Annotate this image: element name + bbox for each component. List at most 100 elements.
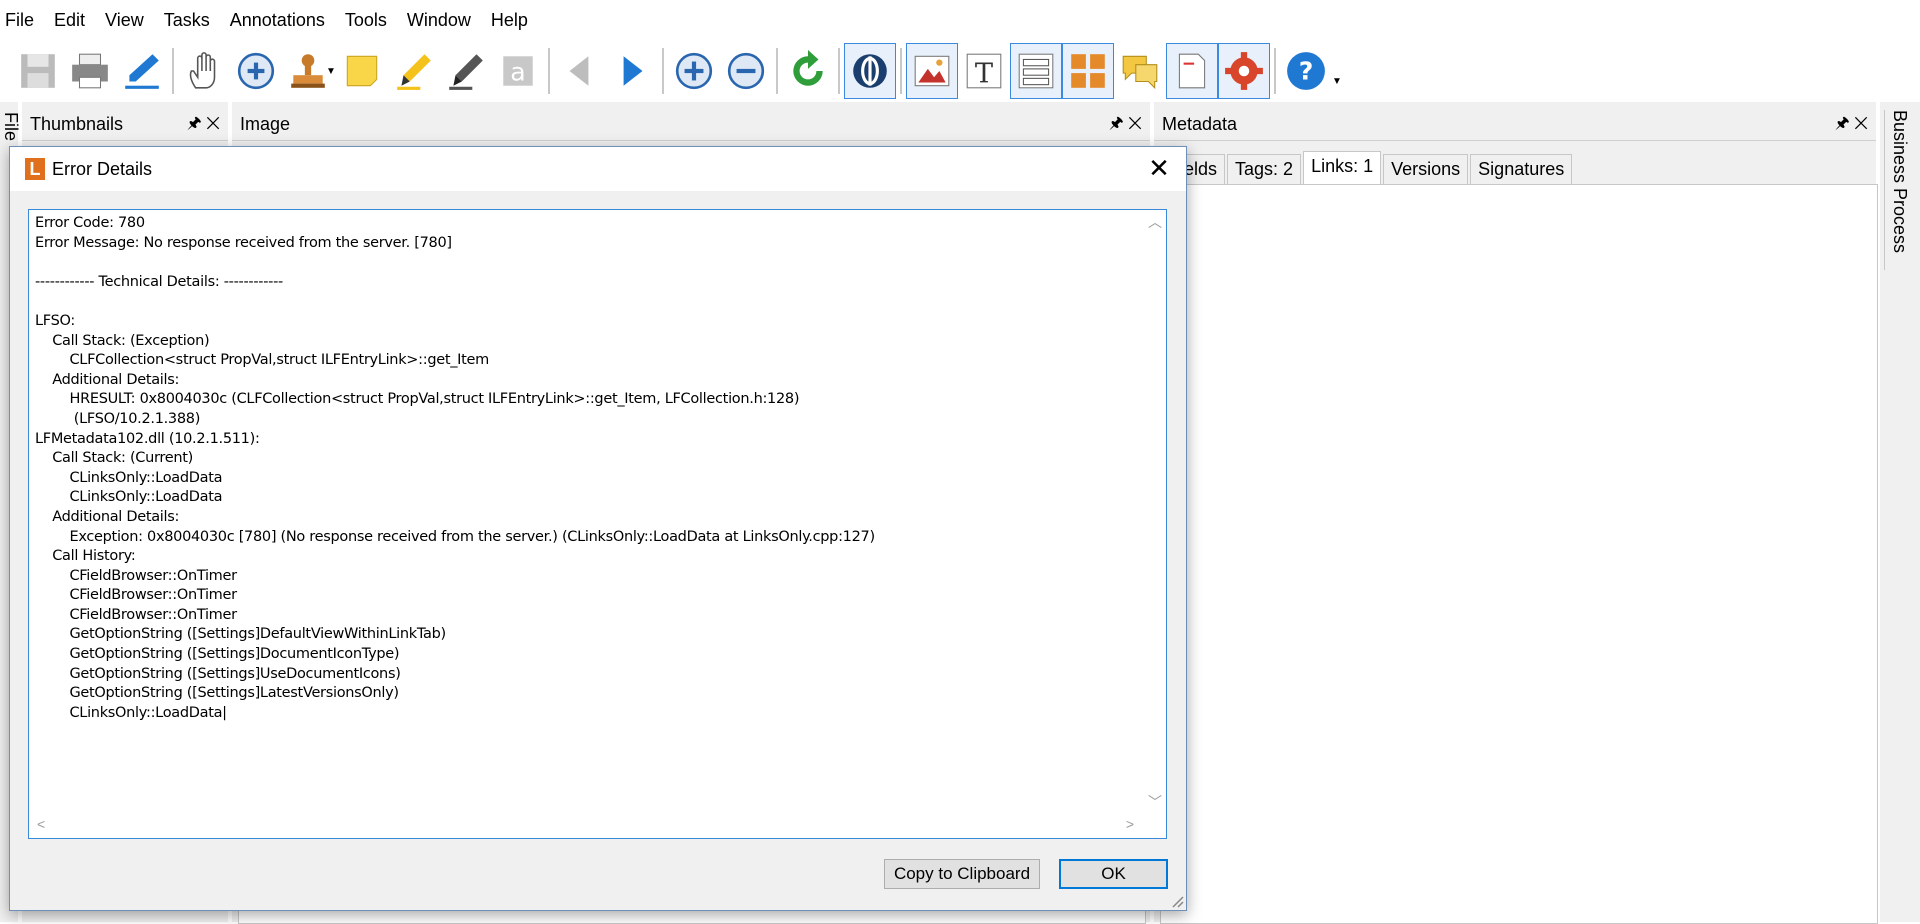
dialog-close-button[interactable]: ✕ (1144, 153, 1174, 183)
document-pane-toggle[interactable] (1166, 43, 1218, 99)
menu-view[interactable]: View (95, 0, 154, 40)
close-icon[interactable]: ✕ (206, 115, 220, 132)
zoom-out-button[interactable] (720, 43, 772, 99)
pin-icon[interactable]: 🖈 (1835, 115, 1850, 132)
pan-button[interactable] (178, 43, 230, 99)
next-page-button[interactable] (606, 43, 658, 99)
metadata-content-area (1160, 184, 1878, 924)
menu-bar: File Edit View Tasks Annotations Tools W… (0, 0, 1920, 40)
menu-edit[interactable]: Edit (44, 0, 95, 40)
previous-page-button[interactable] (554, 43, 606, 99)
text-box-icon: a (503, 56, 533, 86)
error-details-dialog: L Error Details ✕ Error Code: 780 Error … (9, 146, 1187, 911)
draw-button[interactable] (440, 43, 492, 99)
highlight-button[interactable] (388, 43, 440, 99)
text-icon: T (966, 53, 1002, 90)
toolbar-separator (838, 48, 840, 94)
tab-tags[interactable]: Tags: 2 (1227, 154, 1302, 184)
fields-pane-toggle[interactable] (1010, 43, 1062, 99)
ok-button[interactable]: OK (1059, 859, 1168, 889)
help-icon: ? (1287, 52, 1325, 90)
tab-signatures[interactable]: Signatures (1470, 154, 1573, 184)
thumbnails-pane-toggle[interactable] (1062, 43, 1114, 99)
menu-annotations[interactable]: Annotations (220, 0, 335, 40)
scroll-down-icon[interactable]: ﹀ (1148, 792, 1162, 812)
scroll-right-icon[interactable]: > (1126, 816, 1134, 832)
toolbar-separator (172, 48, 174, 94)
save-icon (21, 54, 55, 88)
stamp-dropdown-icon[interactable]: ▼ (326, 66, 336, 77)
highlighter-icon (397, 54, 431, 90)
print-button[interactable] (64, 43, 116, 99)
zoom-in-button[interactable] (668, 43, 720, 99)
printer-icon (72, 53, 108, 89)
plus-circle-icon (675, 52, 713, 90)
thumbnails-grid-icon (1071, 54, 1105, 88)
ocr-button[interactable] (844, 43, 896, 99)
app-logo-icon: L (25, 158, 45, 180)
dialog-title: Error Details (52, 158, 153, 179)
pen-line-icon (125, 54, 159, 89)
annotations-pane-toggle[interactable] (1114, 43, 1166, 99)
copy-to-clipboard-button[interactable]: Copy to Clipboard (884, 859, 1040, 889)
pin-icon[interactable]: 🖈 (187, 115, 202, 132)
triangle-left-icon (569, 56, 589, 86)
help-dropdown-icon[interactable]: ▼ (1332, 76, 1342, 87)
error-details-text[interactable]: Error Code: 780 Error Message: No respon… (35, 214, 1138, 814)
refresh-button[interactable] (782, 43, 834, 99)
metadata-tabs: elds Tags: 2 Links: 1 Versions Signature… (1176, 151, 1574, 184)
menu-window[interactable]: Window (397, 0, 481, 40)
close-icon[interactable]: ✕ (1128, 115, 1142, 132)
svg-text:?: ? (1299, 56, 1314, 85)
toolbar-separator (662, 48, 664, 94)
hand-icon (189, 52, 216, 89)
menu-tools[interactable]: Tools (335, 0, 397, 40)
toolbar: ▼ a T ? ▼ (0, 40, 1920, 102)
image-icon (914, 55, 950, 87)
save-button[interactable] (12, 43, 64, 99)
side-tab-business-process[interactable]: Business Process (1884, 110, 1910, 270)
toolbar-separator (1274, 48, 1276, 94)
sticky-note-icon (346, 55, 378, 87)
zoom-in-region-icon (237, 52, 275, 90)
zoom-region-button[interactable] (230, 43, 282, 99)
vertical-scrollbar[interactable]: ︿ ﹀ (1142, 210, 1166, 814)
minus-circle-icon (727, 52, 765, 90)
form-fields-icon (1018, 53, 1054, 89)
pen-icon (449, 54, 483, 90)
image-pane-toggle[interactable] (906, 43, 958, 99)
image-pane-header: Image 🖈 ✕ (232, 108, 1150, 141)
horizontal-scrollbar[interactable]: < > (29, 814, 1142, 838)
comments-icon (1122, 55, 1158, 90)
svg-text:T: T (975, 59, 993, 90)
thumbnails-pane-title: Thumbnails (30, 114, 124, 134)
menu-help[interactable]: Help (481, 0, 538, 40)
sticky-note-button[interactable] (336, 43, 388, 99)
help-button[interactable]: ? (1280, 43, 1332, 99)
tab-links[interactable]: Links: 1 (1303, 151, 1382, 184)
toolbar-separator (548, 48, 550, 94)
sign-button[interactable] (116, 43, 168, 99)
refresh-icon (793, 50, 823, 86)
stamp-icon (291, 54, 325, 88)
document-icon (1178, 53, 1206, 89)
scroll-left-icon[interactable]: < (37, 816, 45, 832)
toolbar-separator (900, 48, 902, 94)
menu-tasks[interactable]: Tasks (154, 0, 220, 40)
svg-text:a: a (510, 57, 525, 86)
text-pane-toggle[interactable]: T (958, 43, 1010, 99)
tab-versions[interactable]: Versions (1383, 154, 1469, 184)
settings-button[interactable] (1218, 43, 1270, 99)
dialog-title-bar[interactable]: L Error Details ✕ (10, 147, 1186, 191)
metadata-pane-header: Metadata 🖈 ✕ (1154, 108, 1876, 141)
text-annotation-button[interactable]: a (492, 43, 544, 99)
scroll-up-icon[interactable]: ︿ (1148, 212, 1162, 232)
error-details-textbox[interactable]: Error Code: 780 Error Message: No respon… (28, 209, 1167, 839)
resize-grip-icon[interactable] (1170, 894, 1184, 908)
gear-icon (1225, 52, 1263, 90)
menu-file[interactable]: File (0, 0, 44, 40)
close-icon[interactable]: ✕ (1854, 115, 1868, 132)
metadata-pane-title: Metadata (1162, 114, 1238, 134)
triangle-right-icon (623, 56, 643, 86)
pin-icon[interactable]: 🖈 (1109, 115, 1124, 132)
